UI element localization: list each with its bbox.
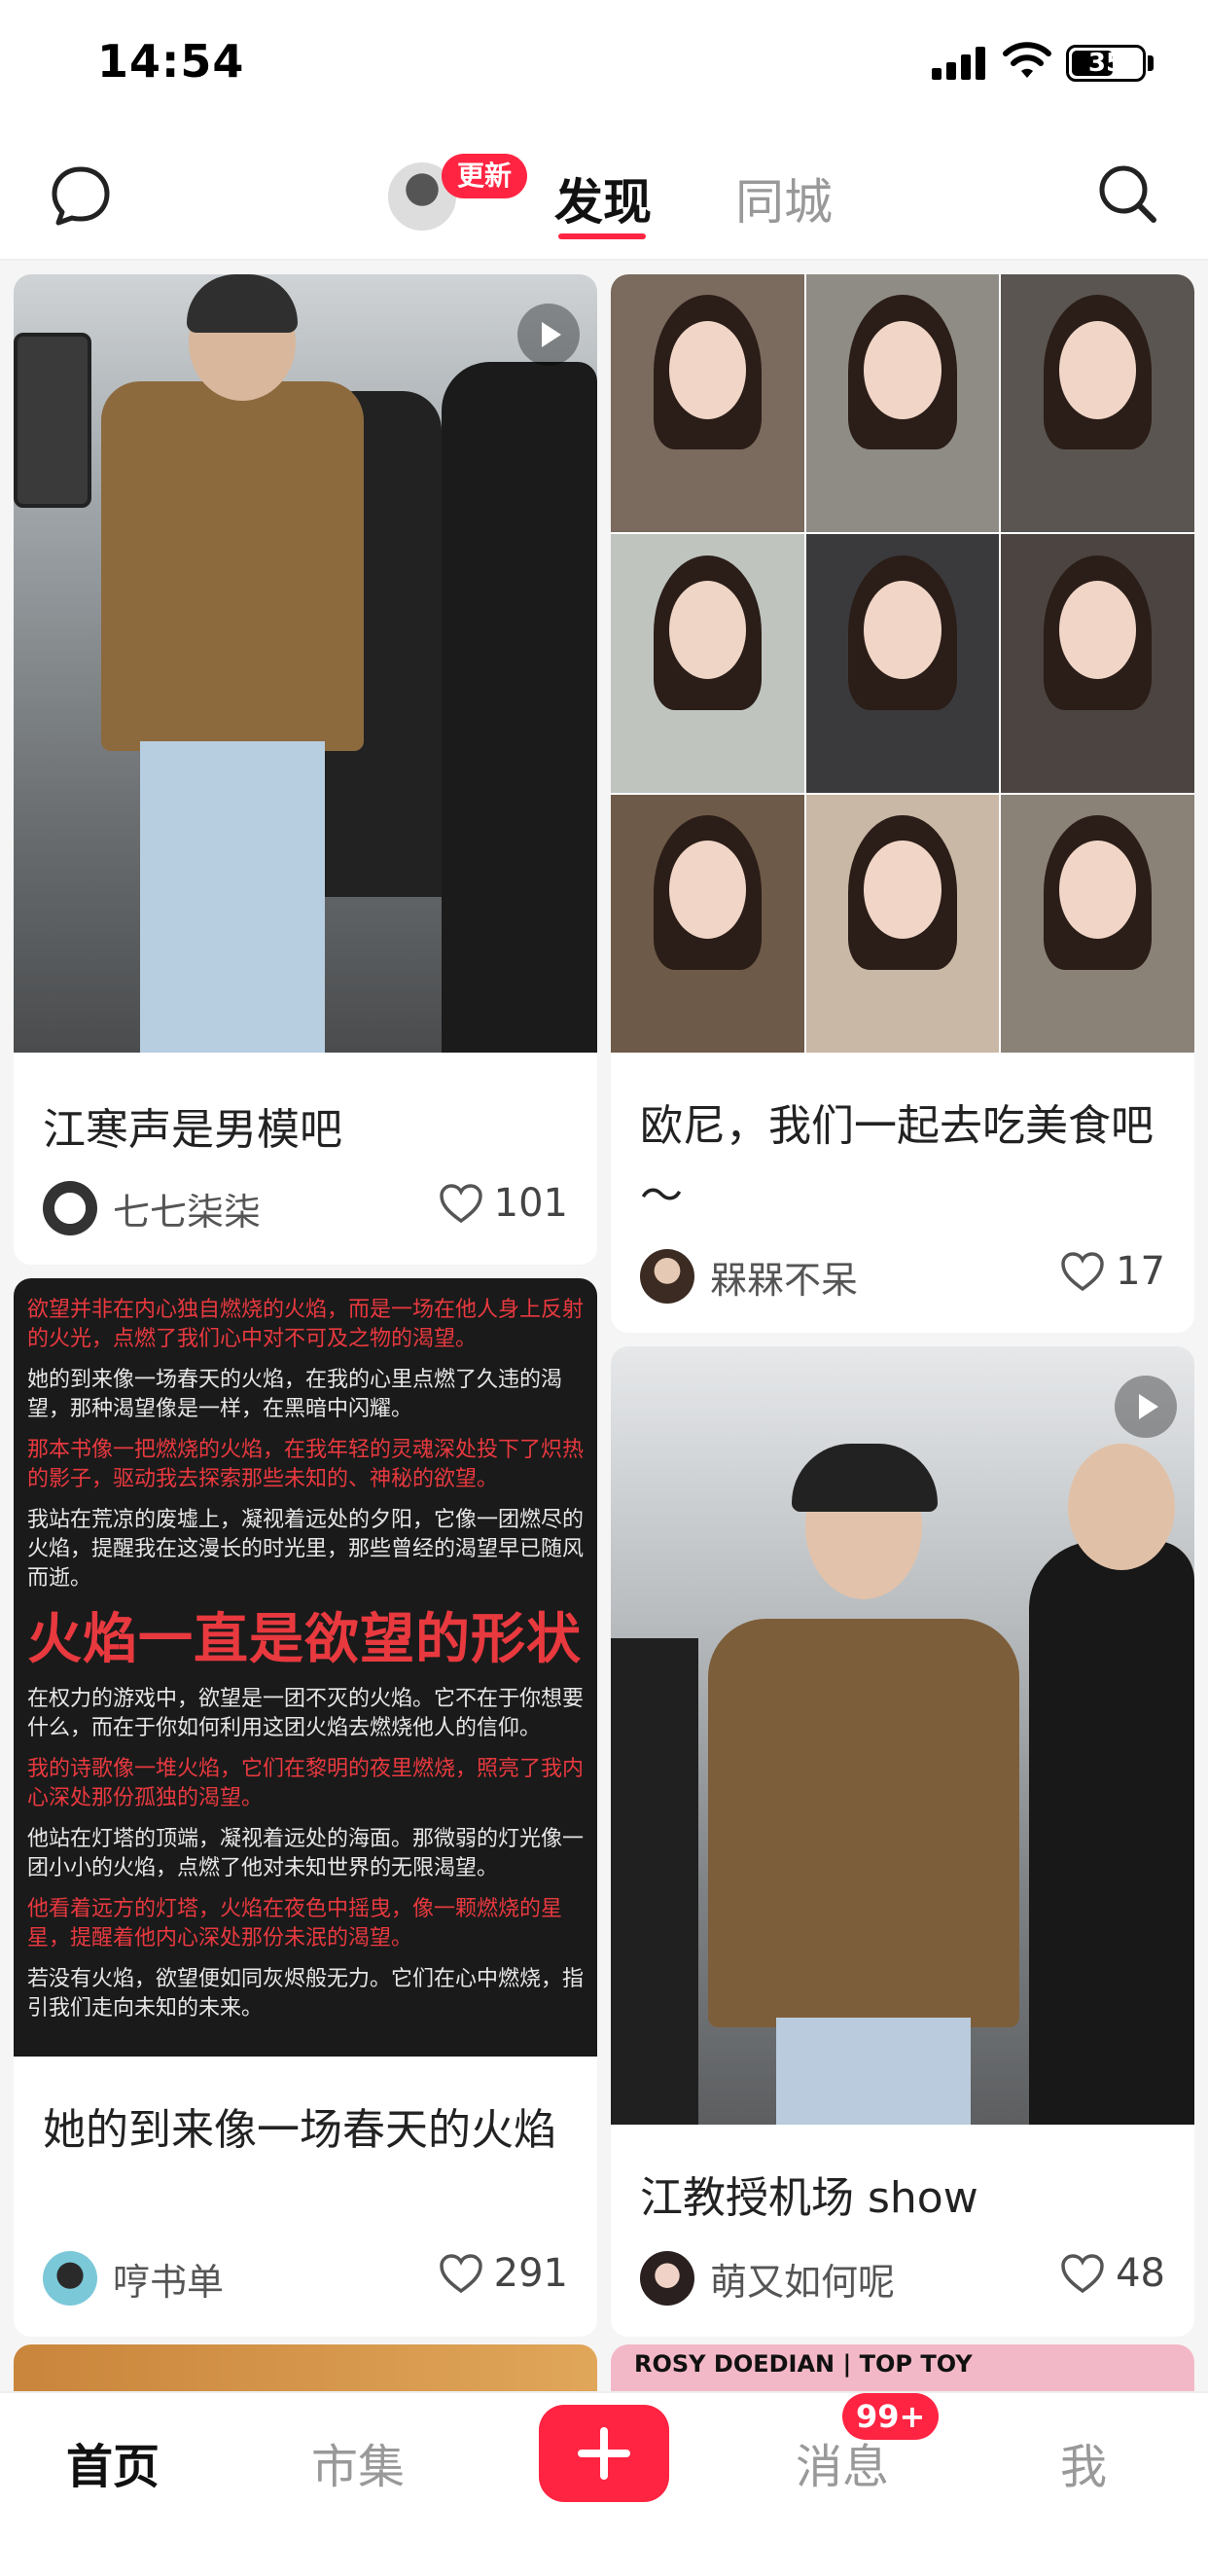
- poster-text: 若没有火焰，欲望便如同灰烬般无力。它们在心中燃烧，指引我们走向未知的未来。: [27, 1967, 585, 2021]
- active-tab-indicator: [558, 233, 646, 239]
- poster-text: 他站在灯塔的顶端，凝视着远处的海面。那微弱的灯光像一团小小的火焰，点燃了他对未知…: [27, 1827, 585, 1880]
- update-badge: 更新: [442, 154, 528, 198]
- card-cover-image[interactable]: [611, 1346, 1194, 2125]
- status-bar: 14:54 35: [0, 0, 1208, 136]
- messages-badge: 99+: [842, 2393, 940, 2440]
- feed-card[interactable]: 江寒声是男模吧 七七柒柒 101: [14, 274, 597, 1265]
- card-cover-image[interactable]: [611, 274, 1194, 1053]
- feed-card[interactable]: 欧尼，我们一起去吃美食吧～ 槑槑不呆 17: [611, 274, 1194, 1333]
- poster-text: 她的到来像一场春天的火焰，在我的心里点燃了久违的渴望，那种渴望像是一样，在黑暗中…: [27, 1368, 563, 1421]
- card-cover-image[interactable]: [14, 274, 597, 1053]
- author-avatar: [640, 2251, 694, 2306]
- video-play-icon: [517, 304, 580, 366]
- like-count: 17: [1116, 1249, 1165, 1294]
- author-name: 槑槑不呆: [710, 1258, 859, 1302]
- tab-local[interactable]: 同城: [735, 163, 833, 233]
- nav-home[interactable]: 首页: [66, 2428, 160, 2496]
- cellular-signal-icon: [932, 47, 986, 80]
- nav-me[interactable]: 我: [1060, 2428, 1107, 2496]
- search-icon[interactable]: [1093, 160, 1161, 228]
- heart-icon: [1061, 1252, 1104, 1292]
- card-cover-image[interactable]: 欲望并非在内心独自燃烧的火焰，而是一场在他人身上反射的火光，点燃了我们心中对不可…: [14, 1278, 597, 2057]
- card-author[interactable]: 七七柒柒: [43, 1181, 261, 1235]
- like-button[interactable]: 48: [1059, 2251, 1165, 2296]
- teaser-text: ROSY DOEDIAN | TOP TOY: [634, 2350, 973, 2378]
- tab-discover[interactable]: 发现: [554, 163, 652, 233]
- plus-icon: [600, 2427, 608, 2480]
- card-title[interactable]: 她的到来像一场春天的火焰: [43, 2095, 587, 2165]
- author-name: 哼书单: [113, 2260, 225, 2304]
- status-time: 14:54: [97, 35, 245, 88]
- author-avatar: [43, 1181, 97, 1235]
- author-name: 七七柒柒: [113, 1190, 262, 1234]
- poster-text: 我的诗歌像一堆火焰，它们在黎明的夜里燃烧，照亮了我内心深处那份孤独的渴望。: [27, 1757, 585, 1810]
- card-author[interactable]: 萌又如何呢: [640, 2251, 895, 2306]
- chat-bubble-icon[interactable]: [47, 161, 115, 230]
- like-button[interactable]: 17: [1059, 1249, 1165, 1294]
- battery-tip: [1148, 55, 1154, 71]
- poster-text: 我站在荒凉的废墟上，凝视着远处的夕阳，它像一团燃尽的火焰，提醒我在这漫长的时光里…: [27, 1508, 585, 1591]
- feed: 江寒声是男模吧 七七柒柒 101 欧尼，我们一起去吃美食吧～ 槑槑不呆 17 欲…: [0, 261, 1208, 2391]
- card-title[interactable]: 江寒声是男模吧: [43, 1095, 342, 1165]
- card-title[interactable]: 欧尼，我们一起去吃美食吧～: [640, 1091, 1185, 1232]
- poster-text: 在权力的游戏中，欲望是一团不灭的火焰。它不在于你想要什么，而在于你如何利用这团火…: [27, 1687, 585, 1740]
- battery-icon: 35: [1066, 45, 1146, 82]
- like-button[interactable]: 101: [438, 1181, 568, 1226]
- nav-market[interactable]: 市集: [311, 2428, 405, 2496]
- author-avatar: [43, 2251, 97, 2306]
- wifi-icon: [1003, 42, 1051, 78]
- poster-text: 那本书像一把燃烧的火焰，在我年轻的灵魂深处投下了炽热的影子，驱动我去探索那些未知…: [27, 1438, 585, 1491]
- heart-icon: [439, 2254, 482, 2294]
- heart-icon: [1061, 2254, 1104, 2294]
- like-count: 101: [493, 1181, 568, 1226]
- poster-headline: 火焰一直是欲望的形状: [27, 1607, 582, 1671]
- top-nav: 更新 发现 同城: [0, 136, 1208, 261]
- feed-card[interactable]: 江教授机场 show 萌又如何呢 48: [611, 1346, 1194, 2337]
- author-avatar: [640, 1249, 694, 1304]
- poster-text: 他看着远方的灯塔，火焰在夜色中摇曳，像一颗燃烧的星星，提醒着他内心深处那份未泯的…: [27, 1897, 563, 1950]
- add-post-button[interactable]: [539, 2405, 669, 2502]
- feed-card[interactable]: 欲望并非在内心独自燃烧的火焰，而是一场在他人身上反射的火光，点燃了我们心中对不可…: [14, 1278, 597, 2337]
- heart-icon: [439, 1184, 482, 1224]
- poster-text: 欲望并非在内心独自燃烧的火焰，而是一场在他人身上反射的火光，点燃了我们心中对不可…: [27, 1298, 585, 1351]
- like-button[interactable]: 291: [438, 2251, 568, 2296]
- like-count: 291: [493, 2251, 568, 2296]
- bottom-nav: 首页 市集 消息 99+ 我: [0, 2391, 1208, 2576]
- card-title[interactable]: 江教授机场 show: [640, 2164, 978, 2234]
- card-author[interactable]: 哼书单: [43, 2251, 224, 2306]
- video-play-icon: [1115, 1376, 1177, 1438]
- like-count: 48: [1116, 2251, 1165, 2296]
- author-name: 萌又如何呢: [710, 2260, 896, 2304]
- battery-level: 35: [1087, 49, 1124, 78]
- card-author[interactable]: 槑槑不呆: [640, 1249, 858, 1304]
